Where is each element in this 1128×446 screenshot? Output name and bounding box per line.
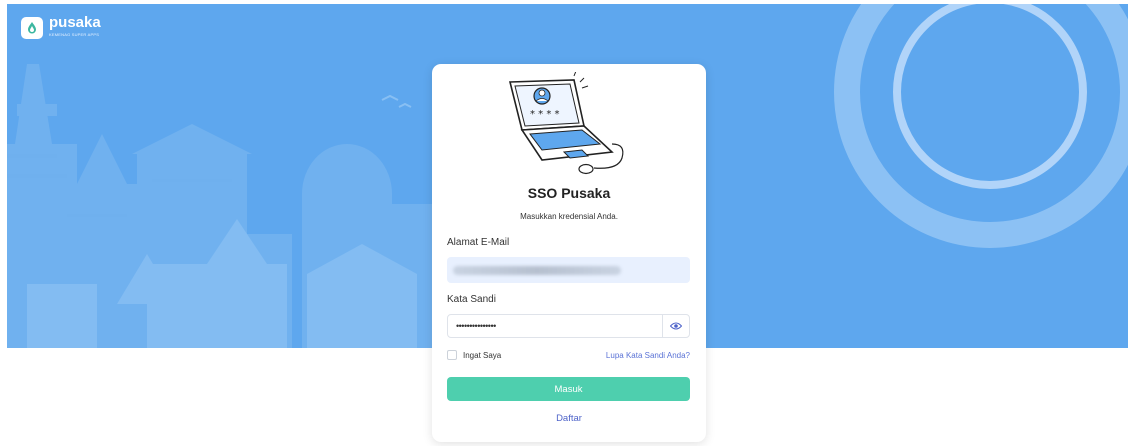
password-field[interactable]: •••••••••••••••: [448, 315, 662, 337]
email-field[interactable]: [447, 257, 690, 283]
brand-tagline: KEMENAG SUPER APPS: [49, 32, 100, 37]
laptop-login-illustration: * * * *: [508, 72, 624, 175]
password-input-group: •••••••••••••••: [447, 314, 690, 338]
brand-name: pusaka: [49, 14, 101, 31]
remember-checkbox[interactable]: [447, 350, 457, 360]
login-page: pusaka KEMENAG SUPER APPS * * * * SSO Pu…: [0, 0, 1128, 446]
drop-logo-icon: [21, 17, 43, 39]
remember-label: Ingat Saya: [463, 350, 502, 360]
blurred-email-value: [453, 266, 621, 275]
forgot-password-link[interactable]: Lupa Kata Sandi Anda?: [606, 351, 690, 360]
register-link[interactable]: Daftar: [432, 413, 706, 424]
login-subtitle: Masukkan kredensial Anda.: [520, 212, 618, 221]
illustration-password-text: * * * *: [530, 109, 560, 120]
eye-icon[interactable]: [662, 315, 689, 337]
email-label: Alamat E-Mail: [447, 237, 510, 248]
password-label: Kata Sandi: [447, 294, 496, 305]
login-card: * * * * SSO Pusaka Masukkan kredensial A…: [432, 64, 706, 442]
remember-me[interactable]: Ingat Saya: [447, 350, 501, 360]
brand[interactable]: pusaka KEMENAG SUPER APPS: [21, 15, 101, 39]
login-button[interactable]: Masuk: [447, 377, 690, 401]
login-title: SSO Pusaka: [527, 185, 611, 201]
